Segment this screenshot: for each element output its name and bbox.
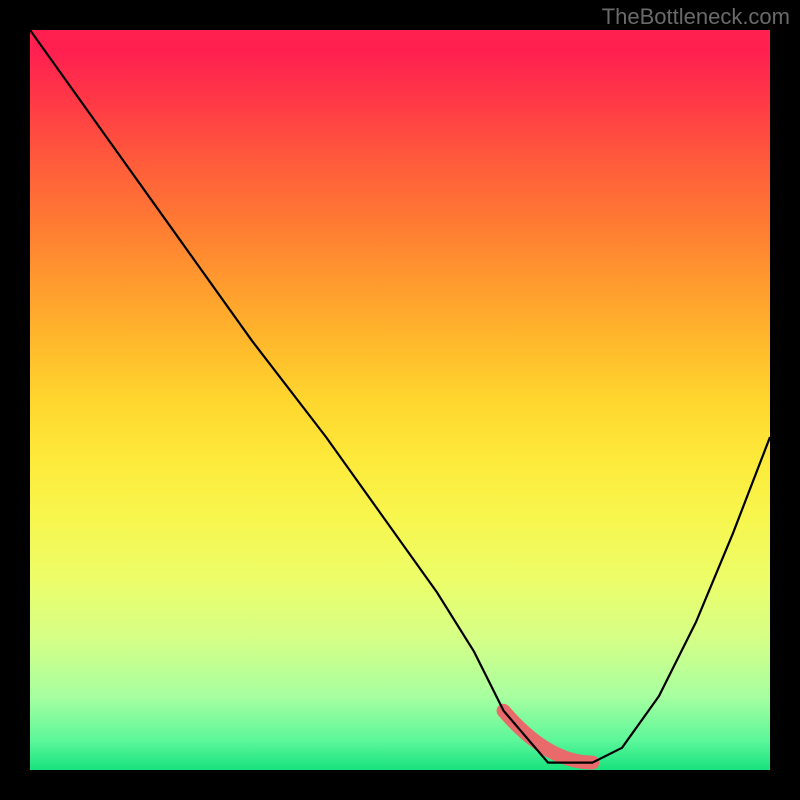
- bottleneck-curve: [30, 30, 770, 763]
- optimal-range-highlight: [504, 711, 593, 763]
- watermark-text: TheBottleneck.com: [602, 4, 790, 30]
- plot-area: [30, 30, 770, 770]
- chart-svg: [30, 30, 770, 770]
